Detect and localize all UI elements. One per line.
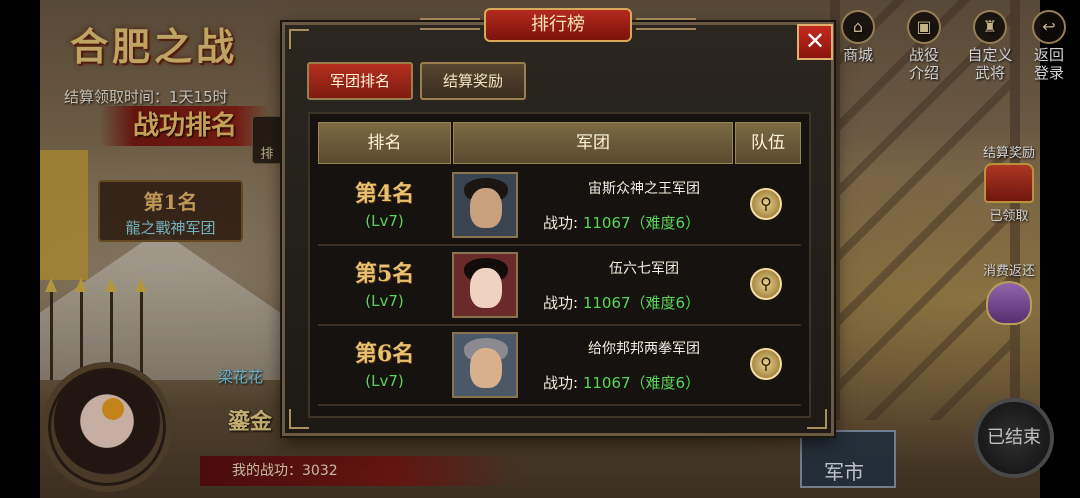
merit-score: 战功: 11067（难度6） <box>543 214 701 232</box>
magnifier-icon: ⚲ <box>760 354 772 373</box>
column-header-team: 队伍 <box>735 122 801 164</box>
table-row: 第6名 (Lv7) 给你邦邦两拳军团 战功: 11067（难度6） ⚲ <box>318 326 801 406</box>
ranking-table: 排名 军团 队伍 第4名 (Lv7) 宙斯众神之王军团 战功: 11067（难度… <box>308 112 811 418</box>
close-button[interactable]: ✕ <box>797 24 833 60</box>
legion-name: 伍六七军团 <box>609 261 679 277</box>
legion-level: (Lv7) <box>365 292 404 310</box>
table-header: 排名 军团 队伍 <box>318 122 801 164</box>
view-team-button[interactable]: ⚲ <box>750 348 782 380</box>
column-header-rank: 排名 <box>318 122 451 164</box>
table-row: 第5名 (Lv7) 伍六七军团 战功: 11067（难度6） ⚲ <box>318 246 801 326</box>
rank-number: 第5名 <box>354 261 415 287</box>
merit-score: 战功: 11067（难度6） <box>543 294 701 312</box>
tab-settle-reward[interactable]: 结算奖励 <box>420 62 526 100</box>
title-ornament-left <box>420 18 480 30</box>
tab-legion-rank[interactable]: 军团排名 <box>307 62 413 100</box>
magnifier-icon: ⚲ <box>760 194 772 213</box>
rank-cell: 第6名 (Lv7) <box>318 326 451 404</box>
table-row: 第4名 (Lv7) 宙斯众神之王军团 战功: 11067（难度6） ⚲ <box>318 166 801 246</box>
leader-portrait <box>452 172 518 238</box>
legion-name: 宙斯众神之王军团 <box>588 181 700 197</box>
rank-cell: 第4名 (Lv7) <box>318 166 451 244</box>
magnifier-icon: ⚲ <box>760 274 772 293</box>
view-team-button[interactable]: ⚲ <box>750 268 782 300</box>
modal-title: 排行榜 <box>484 8 632 42</box>
merit-score: 战功: 11067（难度6） <box>543 374 701 392</box>
title-ornament-right <box>636 18 696 30</box>
column-header-legion: 军团 <box>453 122 733 164</box>
rank-number: 第4名 <box>354 181 415 207</box>
leader-portrait <box>452 332 518 398</box>
legion-level: (Lv7) <box>365 372 404 390</box>
view-team-button[interactable]: ⚲ <box>750 188 782 220</box>
close-icon: ✕ <box>804 27 826 55</box>
rank-cell: 第5名 (Lv7) <box>318 246 451 324</box>
legion-name: 给你邦邦两拳军团 <box>588 341 700 357</box>
rank-number: 第6名 <box>354 341 415 367</box>
legion-level: (Lv7) <box>365 212 404 230</box>
leader-portrait <box>452 252 518 318</box>
